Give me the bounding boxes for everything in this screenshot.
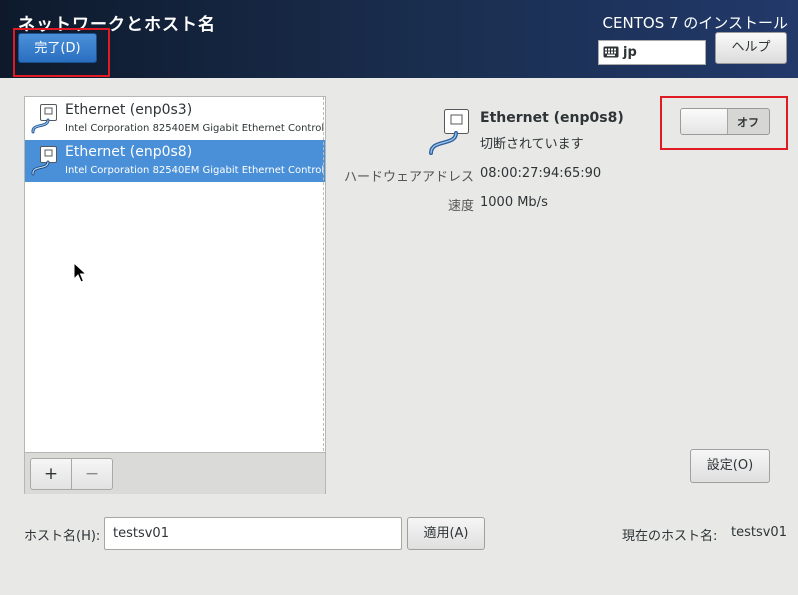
device-name: Ethernet (enp0s3) <box>65 102 193 118</box>
add-device-button[interactable]: + <box>30 458 72 490</box>
mouse-pointer-icon <box>73 261 88 284</box>
connection-status: 切断されています <box>480 137 584 152</box>
help-button[interactable]: ヘルプ <box>715 32 787 64</box>
device-name: Ethernet (enp0s8) <box>65 144 193 160</box>
connection-toggle[interactable]: オフ <box>680 108 770 135</box>
current-hostname-value: testsv01 <box>731 525 787 540</box>
speed-label: 速度 <box>447 199 474 214</box>
network-device-list: Ethernet (enp0s3) Intel Corporation 8254… <box>24 96 326 494</box>
keyboard-icon <box>603 45 619 63</box>
done-button[interactable]: 完了(D) <box>18 33 97 63</box>
device-list-item-enp0s3[interactable]: Ethernet (enp0s3) Intel Corporation 8254… <box>25 98 325 140</box>
hw-address-label: ハードウェアアドレス <box>343 170 474 185</box>
keyboard-layout-indicator[interactable]: jp <box>598 40 706 65</box>
toggle-state-label: オフ <box>737 116 759 129</box>
device-list-item-enp0s8[interactable]: Ethernet (enp0s8) Intel Corporation 8254… <box>25 140 325 182</box>
hw-address-value: 08:00:27:94:65:90 <box>480 166 602 181</box>
hostname-label: ホスト名(H): <box>24 529 101 544</box>
settings-button[interactable]: 設定(O) <box>690 449 770 483</box>
selected-device-name: Ethernet (enp0s8) <box>480 110 624 126</box>
list-divider <box>323 97 324 451</box>
network-cable-icon <box>426 108 474 156</box>
speed-value: 1000 Mb/s <box>480 195 548 210</box>
network-cable-icon <box>29 103 59 135</box>
header-bar: ネットワークとホスト名 CENTOS 7 のインストール 完了(D) jp ヘル… <box>0 0 798 78</box>
device-description: Intel Corporation 82540EM Gigabit Ethern… <box>65 165 325 176</box>
device-description: Intel Corporation 82540EM Gigabit Ethern… <box>65 123 325 134</box>
device-list-toolbar: + − <box>25 452 325 494</box>
hostname-input[interactable] <box>104 517 402 550</box>
apply-hostname-button[interactable]: 適用(A) <box>407 517 485 550</box>
network-cable-icon <box>29 145 59 177</box>
install-title: CENTOS 7 のインストール <box>602 14 788 32</box>
current-hostname-label: 現在のホスト名: <box>622 529 718 544</box>
toggle-knob <box>681 109 728 134</box>
remove-device-button[interactable]: − <box>71 458 113 490</box>
keyboard-layout-label: jp <box>623 45 637 60</box>
